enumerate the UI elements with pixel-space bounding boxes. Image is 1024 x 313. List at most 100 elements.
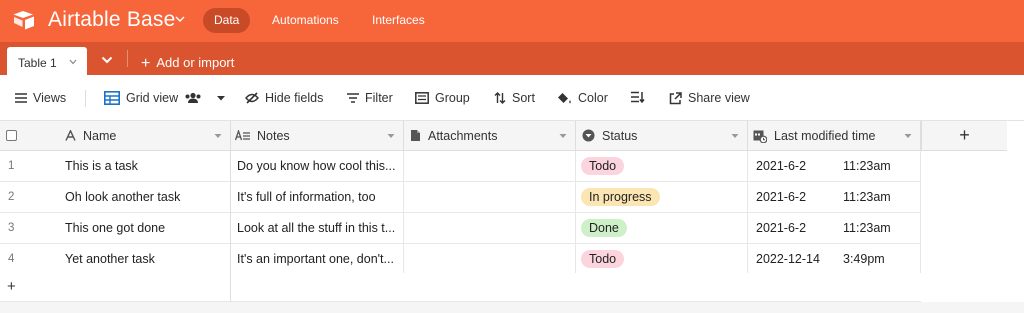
time-value: 11:23am xyxy=(843,221,891,235)
filter-icon xyxy=(347,93,359,103)
chevron-down-icon[interactable] xyxy=(387,133,395,139)
chevron-down-icon[interactable] xyxy=(174,13,186,25)
column-header-status[interactable]: Status xyxy=(576,121,748,150)
date-value: 2021-6-2 xyxy=(756,190,807,204)
cell-status[interactable]: In progress xyxy=(576,182,748,212)
cell-last-modified-time[interactable]: 2021-6-2 11:23am xyxy=(748,213,921,243)
cell-last-modified-time[interactable]: 2021-6-2 11:23am xyxy=(748,182,921,212)
share-icon xyxy=(669,91,682,104)
cell-attachments[interactable] xyxy=(404,182,576,212)
table-tab-label: Table 1 xyxy=(18,56,57,70)
plus-icon: + xyxy=(141,55,151,72)
table-row[interactable]: 4 Yet another task It's an important one, … xyxy=(0,244,921,275)
column-header-attachments[interactable]: Attachments xyxy=(404,121,576,150)
share-view-button[interactable]: Share view xyxy=(669,91,750,105)
cell-name[interactable]: Yet another task xyxy=(56,244,231,274)
grid-icon xyxy=(104,91,120,105)
status-badge: Done xyxy=(581,219,627,237)
row-number: 3 xyxy=(8,222,15,234)
group-button[interactable]: Group xyxy=(415,91,470,105)
cell-name[interactable]: This is a task xyxy=(56,151,231,181)
chevron-down-icon[interactable] xyxy=(731,133,739,139)
add-or-import-label: Add or import xyxy=(156,55,235,70)
grid-view-label: Grid view xyxy=(126,91,179,105)
chevron-down-icon[interactable] xyxy=(69,59,77,65)
share-view-label: Share view xyxy=(688,91,750,105)
row-number: 2 xyxy=(8,191,15,203)
cell-status[interactable]: Done xyxy=(576,213,748,243)
row-height-button[interactable] xyxy=(631,91,651,103)
cell-name[interactable]: This one got done xyxy=(56,213,231,243)
divider xyxy=(85,90,86,107)
column-label: Status xyxy=(602,128,638,143)
single-select-icon xyxy=(582,129,595,142)
grid-view-button[interactable]: Grid view xyxy=(104,91,232,105)
base-title[interactable]: Airtable Base xyxy=(48,8,176,32)
chevron-down-icon[interactable] xyxy=(904,133,912,139)
cell-status[interactable]: Todo xyxy=(576,151,748,181)
eye-slash-icon xyxy=(245,92,259,104)
paint-bucket-icon xyxy=(558,92,571,103)
cell-name[interactable]: Oh look another task xyxy=(56,182,231,212)
time-value: 11:23am xyxy=(843,190,891,204)
cell-notes[interactable]: It's an important one, don't... xyxy=(231,244,404,274)
table-row[interactable]: 1 This is a task Do you know how cool this… xyxy=(0,151,921,182)
add-column-button[interactable]: + xyxy=(921,121,1007,151)
column-label: Last modified time xyxy=(774,128,876,143)
status-badge: Todo xyxy=(581,250,625,268)
cell-attachments[interactable] xyxy=(404,213,576,243)
hide-fields-label: Hide fields xyxy=(265,91,324,105)
table-tab-active[interactable]: Table 1 xyxy=(7,47,87,76)
cell-status[interactable]: Todo xyxy=(576,244,748,274)
views-label: Views xyxy=(33,91,67,105)
column-header-notes[interactable]: Notes xyxy=(231,121,404,150)
sort-button[interactable]: Sort xyxy=(494,91,535,105)
cell-last-modified-time[interactable]: 2022-12-14 3:49pm xyxy=(748,244,921,274)
cell-notes[interactable]: Do you know how cool this... xyxy=(231,151,404,181)
color-button[interactable]: Color xyxy=(557,91,608,105)
calendar-time-icon xyxy=(753,130,767,143)
row-height-icon xyxy=(631,91,645,103)
tab-automations[interactable]: Automations xyxy=(261,8,350,33)
primary-column-divider xyxy=(230,121,231,313)
text-a-icon xyxy=(65,130,76,141)
column-label: Notes xyxy=(257,128,290,143)
cell-last-modified-time[interactable]: 2021-6-2 11:23am xyxy=(748,151,921,181)
grid-empty-area xyxy=(0,302,1024,313)
hamburger-icon xyxy=(15,93,27,103)
row-number: 4 xyxy=(8,253,15,265)
add-row-button[interactable]: + xyxy=(0,273,921,302)
table-row[interactable]: 2 Oh look another task It's full of inform… xyxy=(0,182,921,213)
tab-data[interactable]: Data xyxy=(203,8,251,33)
filter-button[interactable]: Filter xyxy=(347,91,393,105)
table-row[interactable]: 3 This one got done Look at all the stuff … xyxy=(0,213,921,244)
chevron-down-icon[interactable] xyxy=(559,133,567,139)
sort-icon xyxy=(494,92,506,104)
tab-interfaces[interactable]: Interfaces xyxy=(361,8,436,33)
add-or-import-button[interactable]: + Add or import xyxy=(141,54,234,72)
plus-icon: + xyxy=(7,278,16,295)
cell-attachments[interactable] xyxy=(404,151,576,181)
views-button[interactable]: Views xyxy=(15,91,66,105)
top-bar: Airtable Base Data Automations Interface… xyxy=(0,0,1024,42)
grid-header: Name Notes Attachments Status Last modif… xyxy=(0,121,921,151)
divider xyxy=(127,50,128,67)
select-all-checkbox[interactable] xyxy=(6,130,17,141)
status-badge: In progress xyxy=(581,188,660,206)
column-label: Name xyxy=(83,128,117,143)
column-label: Attachments xyxy=(428,128,498,143)
date-value: 2021-6-2 xyxy=(756,159,807,173)
cell-notes[interactable]: It's full of information, too xyxy=(231,182,404,212)
chevron-down-icon[interactable] xyxy=(214,133,222,139)
column-header-last-modified-time[interactable]: Last modified time xyxy=(748,121,921,150)
column-header-name[interactable]: Name xyxy=(56,121,231,150)
long-text-icon xyxy=(235,130,250,141)
airtable-logo-icon[interactable] xyxy=(13,10,35,30)
time-value: 3:49pm xyxy=(843,252,885,266)
view-toolbar: Views Grid view Hide fields Filter Group… xyxy=(0,75,1024,121)
cell-attachments[interactable] xyxy=(404,244,576,274)
tables-menu-chevron-icon[interactable] xyxy=(101,56,113,64)
row-number: 1 xyxy=(8,160,15,172)
cell-notes[interactable]: Look at all the stuff in this t... xyxy=(231,213,404,243)
hide-fields-button[interactable]: Hide fields xyxy=(245,91,323,105)
